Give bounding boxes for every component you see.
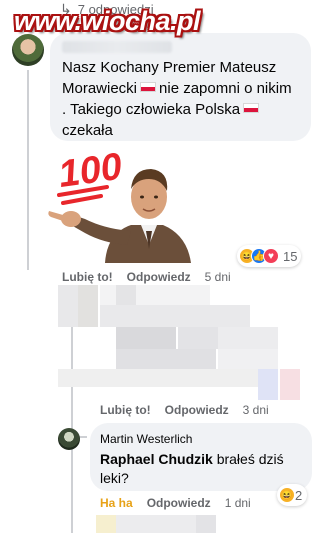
thread-line-main (27, 70, 29, 270)
author-name[interactable]: Martin Westerlich (100, 432, 192, 446)
reply-button[interactable]: Odpowiedz (147, 496, 211, 510)
reaction-count: 2 (295, 487, 303, 503)
love-icon: ♥ (263, 248, 279, 264)
mention-link[interactable]: Raphael Chudzik (100, 451, 213, 467)
avatar[interactable] (12, 34, 44, 66)
comment-actions: Lubię to! Odpowiedz 3 dni (100, 403, 269, 417)
comment-text: Raphael Chudzik brałeś dziś leki? (100, 451, 284, 486)
sticker-100-pointing-man: 100 (48, 146, 191, 263)
comment-actions: Ha ha Odpowiedz 1 dni (100, 496, 251, 510)
censored-comment (58, 285, 316, 400)
poland-flag-icon (243, 103, 260, 113)
reaction-count: 15 (283, 248, 298, 264)
reply-button[interactable]: Odpowiedz (127, 270, 191, 284)
timestamp[interactable]: 1 dni (225, 496, 251, 510)
comment-text: Nasz Kochany Premier Mateusz Morawiecki n… (62, 59, 292, 139)
reactions-summary[interactable]: 😆 👍 ♥ 15 (237, 245, 302, 267)
haha-icon: 😆 (279, 487, 295, 503)
avatar[interactable] (58, 428, 80, 450)
timestamp[interactable]: 3 dni (243, 403, 269, 417)
comment-bubble: Nasz Kochany Premier Mateusz Morawiecki n… (50, 33, 311, 141)
haha-reaction-button[interactable]: Ha ha (100, 496, 133, 510)
watermark-logo: www.wiocha.pl (14, 6, 201, 36)
like-button[interactable]: Lubię to! (100, 403, 151, 417)
author-name-blurred (62, 41, 172, 53)
reactions-summary[interactable]: 😆 2 (277, 484, 308, 506)
comment-bubble: Martin Westerlich Raphael Chudzik brałeś… (90, 423, 312, 491)
comment-actions: Lubię to! Odpowiedz 5 dni (62, 270, 231, 284)
timestamp[interactable]: 5 dni (205, 270, 231, 284)
like-button[interactable]: Lubię to! (62, 270, 113, 284)
censored-comment (96, 515, 216, 533)
hundred-emoji: 100 (56, 146, 125, 205)
poland-flag-icon (140, 82, 157, 92)
reply-button[interactable]: Odpowiedz (165, 403, 229, 417)
